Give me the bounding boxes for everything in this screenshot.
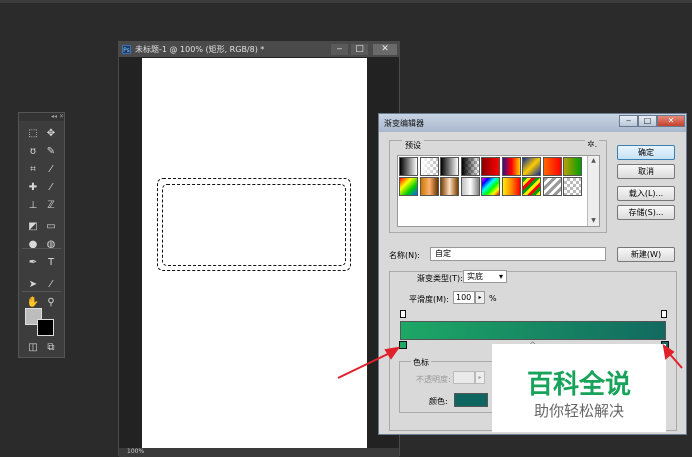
healing-icon[interactable]: ✚ — [25, 181, 41, 195]
type-icon[interactable]: T — [43, 256, 59, 270]
gradient-preset-swatch[interactable] — [399, 177, 418, 196]
presets-area: ▲ ▼ — [397, 155, 600, 227]
close-button[interactable]: ✕ — [373, 44, 397, 55]
gradient-type-select[interactable]: 实底 ▾ — [463, 270, 507, 283]
gradient-preset-swatch[interactable] — [419, 157, 439, 176]
dialog-titlebar[interactable]: 渐变编辑器 ‒ □ ✕ — [379, 114, 686, 132]
gradient-preset-swatch[interactable] — [440, 157, 459, 176]
tools-panel: ◂◂ ✕ ⬚ ✥ ʊ ✎ ⌗ ⁄ ✚ ⁄ ⊥ ℤ ◩ ▭ ● ◍ ✒ T ➤ ⁄ ✋ ⚲ ◫ ⧉ — [18, 112, 65, 358]
gradient-preset-swatch[interactable] — [542, 157, 562, 176]
eyedropper-icon[interactable]: ⁄ — [43, 163, 59, 177]
watermark-title: 百科全说 — [526, 370, 631, 400]
opacity-input[interactable] — [453, 371, 475, 384]
ok-button[interactable]: 确定 — [617, 145, 675, 160]
zoom-icon[interactable]: ⚲ — [43, 296, 59, 310]
blur-icon[interactable]: ● — [25, 238, 41, 252]
smoothness-dropdown-icon[interactable]: ▸ — [475, 291, 485, 304]
gradient-preset-swatch[interactable] — [563, 157, 582, 176]
name-label: 名称(N): — [389, 251, 420, 260]
gradient-bar[interactable] — [400, 321, 666, 340]
gradient-preset-swatch[interactable] — [419, 177, 439, 196]
name-input[interactable]: 自定 — [430, 247, 606, 261]
crop-icon[interactable]: ⌗ — [25, 163, 41, 177]
photoshop-icon: Ps — [122, 45, 131, 54]
gradient-preset-swatch[interactable] — [542, 177, 562, 196]
chevron-down-icon: ▾ — [498, 272, 503, 281]
gradient-preset-swatch[interactable] — [481, 177, 500, 196]
dodge-icon[interactable]: ◍ — [43, 238, 59, 252]
quick-select-icon[interactable]: ✎ — [43, 145, 59, 159]
stop-color-swatch[interactable] — [454, 393, 488, 407]
move-icon[interactable]: ✥ — [43, 127, 59, 141]
screen-mode-icon[interactable]: ⧉ — [43, 341, 59, 355]
presets-label: 预设 — [402, 140, 424, 151]
stops-label: 色标 — [411, 357, 431, 368]
save-button[interactable]: 存储(S)... — [617, 205, 675, 220]
presets-scrollbar[interactable]: ▲ ▼ — [587, 156, 599, 226]
maximize-button[interactable]: □ — [351, 44, 368, 55]
smoothness-unit: % — [489, 294, 497, 303]
opacity-label: 不透明度: — [416, 375, 451, 384]
tools-divider — [22, 291, 61, 292]
minimize-button[interactable]: ‒ — [331, 44, 348, 55]
lasso-icon[interactable]: ʊ — [25, 145, 41, 159]
top-strip — [0, 0, 692, 3]
watermark: 百科全说 助你轻松解决 — [492, 344, 666, 432]
brush-icon[interactable]: ⁄ — [43, 181, 59, 195]
load-button[interactable]: 载入(L)... — [617, 186, 675, 201]
quick-mask-icon[interactable]: ◫ — [25, 341, 41, 355]
zoom-level[interactable]: 100% — [127, 448, 144, 455]
marquee-icon[interactable]: ⬚ — [25, 127, 41, 141]
opacity-dropdown-icon[interactable]: ▸ — [475, 371, 485, 384]
color-stop-left[interactable] — [399, 341, 407, 349]
gradient-preset-swatch[interactable] — [501, 157, 521, 176]
gradient-preset-swatch[interactable] — [481, 157, 500, 176]
gradient-preset-swatch[interactable] — [563, 177, 582, 196]
dialog-minimize-button[interactable]: ‒ — [619, 115, 638, 127]
tools-divider — [22, 248, 61, 249]
gradient-preset-swatch[interactable] — [522, 177, 541, 196]
gradient-preset-swatch[interactable] — [522, 157, 541, 176]
gradient-preset-swatch[interactable] — [440, 177, 459, 196]
pen-icon[interactable]: ✒ — [25, 256, 41, 270]
scroll-up-icon[interactable]: ▲ — [588, 156, 599, 166]
eraser-icon[interactable]: ◩ — [25, 220, 41, 234]
gradient-preset-swatch[interactable] — [460, 157, 480, 176]
dialog-title: 渐变编辑器 — [384, 119, 424, 128]
gradient-preset-swatch[interactable] — [460, 177, 480, 196]
opacity-stop-left[interactable] — [400, 310, 406, 318]
smoothness-label: 平滑度(M): — [409, 295, 449, 304]
watermark-subtitle: 助你轻松解决 — [533, 402, 624, 420]
stamp-icon[interactable]: ⊥ — [25, 199, 41, 213]
background-color-swatch[interactable] — [37, 319, 54, 336]
selection-outline-inner — [162, 184, 346, 266]
gear-icon[interactable]: ✲. — [585, 140, 600, 150]
gradient-type-value: 实底 — [467, 272, 483, 281]
cancel-button[interactable]: 取消 — [617, 164, 675, 179]
gradient-preset-swatch[interactable] — [399, 157, 418, 176]
dialog-close-button[interactable]: ✕ — [657, 115, 685, 127]
document-title: 未标题-1 @ 100% (矩形, RGB/8) * — [135, 45, 265, 54]
dialog-maximize-button[interactable]: □ — [638, 115, 657, 127]
history-brush-icon[interactable]: ℤ — [43, 199, 59, 213]
line-icon[interactable]: ⁄ — [43, 278, 59, 292]
opacity-stop-right[interactable] — [661, 310, 667, 318]
path-select-icon[interactable]: ➤ — [25, 278, 41, 292]
new-button[interactable]: 新建(W) — [617, 247, 675, 262]
color-label: 颜色: — [429, 397, 448, 406]
gradient-icon[interactable]: ▭ — [43, 220, 59, 234]
scroll-down-icon[interactable]: ▼ — [588, 216, 599, 226]
gradient-type-label: 渐变类型(T): — [415, 273, 465, 284]
tools-panel-header[interactable]: ◂◂ ✕ — [19, 113, 64, 121]
document-titlebar[interactable]: Ps 未标题-1 @ 100% (矩形, RGB/8) * ‒ □ ✕ — [119, 42, 399, 57]
gradient-preset-swatch[interactable] — [501, 177, 521, 196]
smoothness-input[interactable]: 100 — [453, 291, 475, 304]
